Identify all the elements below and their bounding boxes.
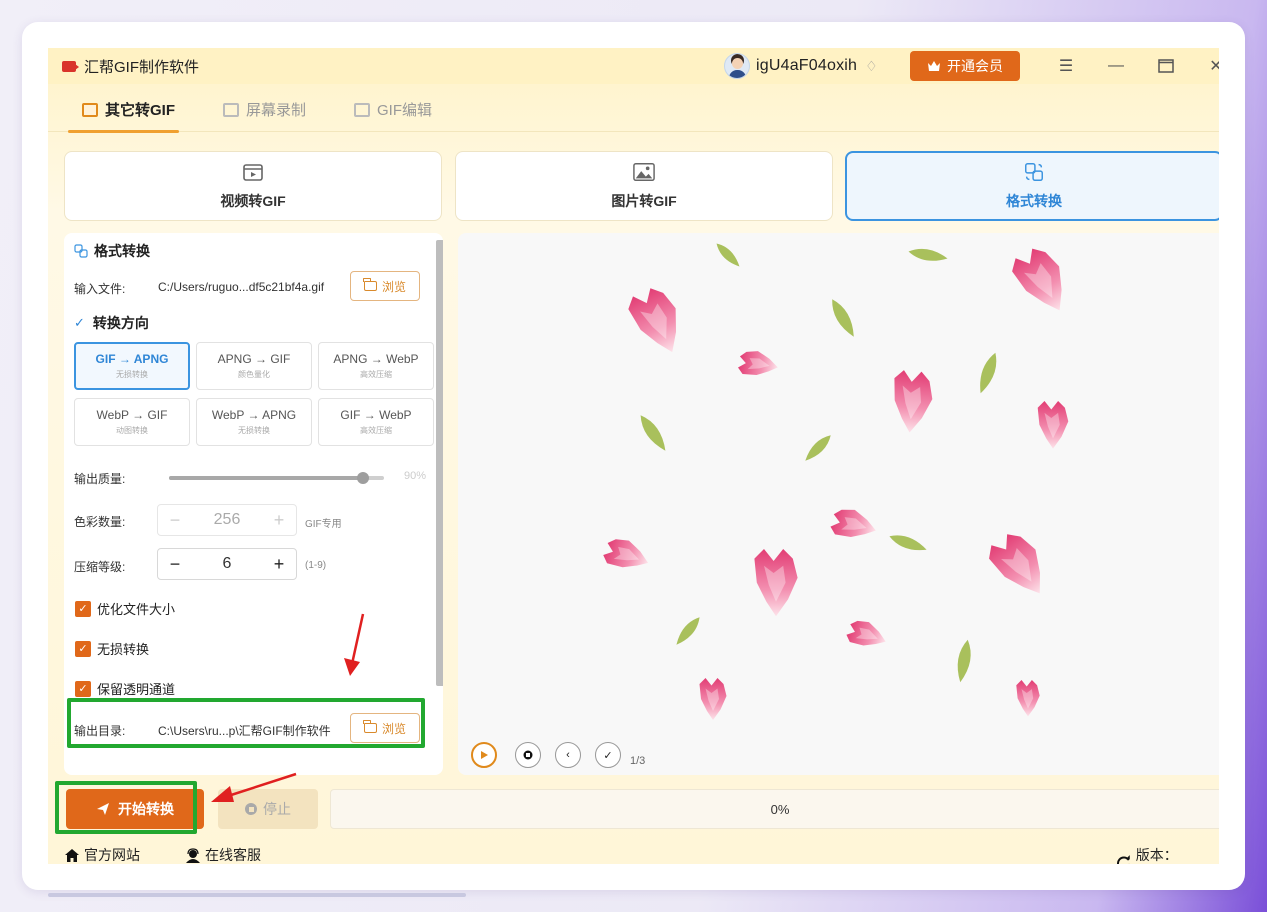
official-website-link[interactable]: 官方网站: [64, 845, 140, 864]
version-info: 版本：1.3.0.0: [1116, 845, 1219, 864]
input-file-label: 输入文件:: [74, 282, 126, 296]
quality-label: 输出质量:: [74, 472, 126, 486]
edit-icon: [354, 102, 371, 117]
colors-stepper: − 256 +: [157, 504, 297, 536]
check-icon: ✓: [74, 315, 85, 330]
compress-value[interactable]: 6: [223, 555, 232, 573]
convert-icon: [1023, 161, 1045, 183]
lossless-checkbox[interactable]: ✓ 无损转换: [75, 639, 149, 658]
folder-icon: [363, 278, 377, 291]
play-button[interactable]: [471, 742, 497, 768]
convert-icon: [74, 244, 88, 258]
video-icon: [242, 161, 264, 183]
annotation-arrow-down: [344, 613, 365, 676]
direction-gif-to-apng[interactable]: GIF → APNG 无损转换: [74, 342, 190, 390]
mode-format-convert[interactable]: 格式转换: [845, 151, 1219, 221]
progress-bar: 0%: [330, 789, 1219, 829]
tab-label: GIF编辑: [377, 102, 433, 119]
highlight-start-button: [55, 781, 197, 834]
minus-icon[interactable]: −: [168, 554, 182, 575]
maximize-icon[interactable]: [1154, 54, 1178, 78]
direction-webp-to-gif[interactable]: WebP → GIF 动图转换: [74, 398, 190, 446]
tab-gif-edit[interactable]: GIF编辑: [330, 88, 456, 132]
annotation-arrow-left: [211, 772, 297, 802]
online-support-link[interactable]: 在线客服: [185, 845, 261, 864]
direction-webp-to-apng[interactable]: WebP → APNG 无损转换: [196, 398, 312, 446]
checkbox-checked-icon[interactable]: ✓: [75, 600, 91, 617]
compress-label: 压缩等级:: [74, 560, 126, 574]
direction-apng-to-gif[interactable]: APNG → GIF 颜色量化: [196, 342, 312, 390]
colors-hint: GIF专用: [305, 519, 342, 530]
vip-label: 开通会员: [947, 58, 1003, 74]
quality-slider-fill: [169, 476, 363, 480]
user-account[interactable]: igU4aF04oxih ♢: [724, 52, 879, 80]
highlight-output-dir: [67, 698, 425, 748]
plus-icon[interactable]: +: [272, 554, 286, 575]
image-icon: [82, 102, 98, 117]
section-title: 格式转换: [74, 241, 150, 261]
tab-other-to-gif[interactable]: 其它转GIF: [48, 88, 199, 133]
direction-apng-to-webp[interactable]: APNG → WebP 高效压缩: [318, 342, 434, 390]
confirm-frame-button[interactable]: ✓: [595, 742, 621, 768]
quality-value: 90%: [404, 470, 427, 482]
direction-title: ✓ 转换方向: [74, 315, 149, 331]
camera-icon: [223, 102, 239, 117]
minus-icon: −: [169, 509, 181, 530]
support-icon: [186, 847, 200, 863]
quality-slider-thumb[interactable]: [356, 472, 369, 484]
refresh-icon: [1117, 855, 1130, 864]
menu-icon[interactable]: ☰: [1054, 54, 1078, 78]
title-bar: 汇帮GIF制作软件: [48, 48, 1219, 84]
minimize-icon[interactable]: —: [1104, 54, 1128, 78]
checkbox-checked-icon[interactable]: ✓: [75, 640, 91, 657]
crown-icon: [927, 60, 941, 72]
app-logo-icon: [62, 60, 79, 72]
quality-slider[interactable]: [169, 472, 384, 484]
avatar[interactable]: [724, 53, 750, 79]
app-title: 汇帮GIF制作软件: [84, 58, 199, 76]
compress-hint: (1-9): [305, 560, 327, 571]
tab-label: 屏幕录制: [246, 102, 307, 119]
preview-image: [601, 240, 1079, 720]
colors-label: 色彩数量:: [74, 515, 126, 529]
diamond-icon: ♢: [865, 58, 878, 74]
vip-button[interactable]: 开通会员: [910, 51, 1020, 81]
mode-label: 图片转GIF: [611, 193, 677, 209]
close-icon[interactable]: ✕: [1204, 54, 1219, 78]
mode-image-to-gif[interactable]: 图片转GIF: [455, 151, 833, 221]
prev-frame-button[interactable]: ‹: [555, 742, 581, 768]
main-tabs: 其它转GIF 屏幕录制 GIF编辑: [48, 88, 1219, 133]
preview-area: ‹ ✓ 1/3: [458, 233, 1219, 775]
keep-alpha-checkbox[interactable]: ✓ 保留透明通道: [75, 679, 175, 698]
mode-label: 格式转换: [1006, 193, 1062, 209]
image-icon: [633, 161, 655, 183]
home-icon: [65, 848, 79, 862]
input-file-path: C:/Users/ruguo...df5c21bf4a.gif: [158, 280, 325, 294]
input-browse-button[interactable]: 浏览: [350, 271, 420, 301]
direction-gif-to-webp[interactable]: GIF → WebP 高效压缩: [318, 398, 434, 446]
mode-label: 视频转GIF: [220, 193, 286, 209]
mode-video-to-gif[interactable]: 视频转GIF: [64, 151, 442, 221]
checkbox-checked-icon[interactable]: ✓: [75, 680, 91, 697]
colors-value: 256: [213, 511, 241, 528]
stop-preview-button[interactable]: [515, 742, 541, 768]
tab-screen-record[interactable]: 屏幕录制: [199, 88, 330, 132]
optimize-size-checkbox[interactable]: ✓ 优化文件大小: [75, 599, 175, 618]
progress-text: 0%: [770, 801, 790, 817]
plus-icon: +: [273, 509, 285, 530]
panel-scrollbar[interactable]: [436, 240, 443, 686]
tab-label: 其它转GIF: [105, 102, 175, 119]
settings-panel: 格式转换 输入文件: C:/Users/ruguo...df5c21bf4a.g…: [64, 233, 443, 775]
username[interactable]: igU4aF04oxih: [756, 57, 857, 75]
frame-counter: 1/3: [630, 755, 646, 767]
horizontal-scrollbar[interactable]: [48, 893, 466, 897]
compress-stepper[interactable]: − 6 +: [157, 548, 297, 580]
